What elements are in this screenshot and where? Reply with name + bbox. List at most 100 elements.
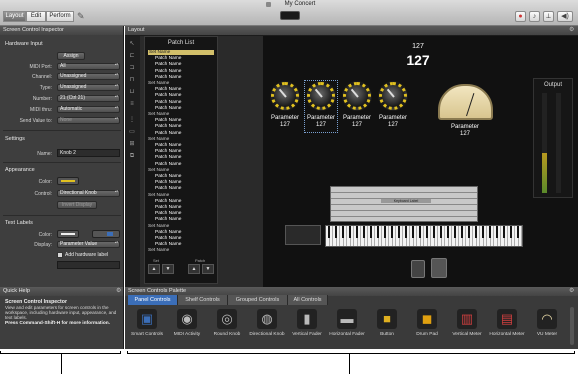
control-type-popup[interactable]: Directional Knob xyxy=(57,190,120,197)
set-down-button[interactable]: ▼ xyxy=(162,264,174,274)
patch-name-item[interactable]: Patch Name xyxy=(155,236,181,241)
display-popup[interactable]: Parameter Value xyxy=(57,241,120,248)
gear-icon[interactable]: ⚙ xyxy=(569,27,574,33)
palette-item-vertical-meter[interactable]: ▥ Vertical Meter xyxy=(448,307,486,347)
knob-1[interactable] xyxy=(271,82,299,110)
palette-item-vertical-fader[interactable]: ▮ Vertical Fader xyxy=(288,307,326,347)
volume-icon[interactable]: ◀) xyxy=(557,11,573,22)
distribute-icon[interactable]: ≡ xyxy=(128,100,136,108)
patch-name-item[interactable]: Patch Name xyxy=(155,180,181,185)
number-popup[interactable]: 21 (Ctrl 21) xyxy=(57,95,120,102)
edit-mode-button[interactable]: Edit xyxy=(26,11,46,22)
patch-name-item[interactable]: Patch Name xyxy=(155,62,181,67)
patch-name-item[interactable]: Patch Name xyxy=(155,124,181,129)
patch-name-item[interactable]: Patch Name xyxy=(155,100,181,105)
set-name-item[interactable]: Set Name xyxy=(148,112,169,117)
patch-name-item[interactable]: Patch Name xyxy=(155,75,181,80)
patch-name-item[interactable]: Patch Name xyxy=(155,118,181,123)
size-icon[interactable]: ▭ xyxy=(128,128,136,136)
send-value-popup[interactable]: None xyxy=(57,117,120,124)
set-name-item[interactable]: Set Name xyxy=(148,224,169,229)
sustain-pedal[interactable] xyxy=(411,260,425,278)
patch-name-item[interactable]: Patch Name xyxy=(155,217,181,222)
palette-item-button[interactable]: ■ Button xyxy=(368,307,406,347)
grid-icon[interactable]: ⊞ xyxy=(128,140,136,148)
knob-4[interactable] xyxy=(379,82,407,110)
patch-name-item[interactable]: Patch Name xyxy=(155,186,181,191)
knob-3[interactable] xyxy=(343,82,371,110)
patch-name-item[interactable]: Patch Name xyxy=(155,162,181,167)
hardware-label-field[interactable] xyxy=(57,261,120,269)
palette-item-directional-knob[interactable]: ◍ Directional Knob xyxy=(248,307,286,347)
appearance-color-well[interactable] xyxy=(57,177,79,185)
set-name-item[interactable]: Set Name xyxy=(148,50,214,55)
palette-scrollbar[interactable] xyxy=(570,307,574,345)
patch-name-item[interactable]: Patch Name xyxy=(155,143,181,148)
knob-1-label: Parameter xyxy=(270,115,299,121)
palette-item-round-knob[interactable]: ◎ Round Knob xyxy=(208,307,246,347)
patch-down-button[interactable]: ▼ xyxy=(202,264,214,274)
set-name-item[interactable]: Set Name xyxy=(148,81,169,86)
patch-name-item[interactable]: Patch Name xyxy=(155,211,181,216)
select-tool-icon[interactable]: ↖ xyxy=(128,40,136,48)
palette-item-smart-controls[interactable]: ▣ Smart Controls xyxy=(128,307,166,347)
gear-icon[interactable]: ⚙ xyxy=(116,288,122,294)
patch-name-item[interactable]: Patch Name xyxy=(155,199,181,204)
midi-port-popup[interactable]: All xyxy=(57,63,120,70)
panic-icon[interactable]: ● xyxy=(515,11,526,22)
layout-mode-button[interactable]: Layout xyxy=(3,11,26,22)
patch-name-item[interactable]: Patch Name xyxy=(155,106,181,111)
invert-display-button[interactable]: Invert Display xyxy=(57,201,97,209)
master-mute-icon[interactable]: ♪ xyxy=(529,11,540,22)
tuner-button-icon[interactable]: ⟂ xyxy=(543,11,554,22)
quick-help-panel: Quick Help ⚙ Screen Control Inspector Vi… xyxy=(0,287,124,349)
patch-name-item[interactable]: Patch Name xyxy=(155,205,181,210)
text-color-well[interactable] xyxy=(57,230,79,238)
add-hardware-label-checkbox[interactable] xyxy=(57,252,63,258)
set-name-item[interactable]: Set Name xyxy=(148,248,169,253)
assign-button[interactable]: Assign xyxy=(57,52,85,60)
patch-name-item[interactable]: Patch Name xyxy=(155,242,181,247)
patch-up-button[interactable]: ▲ xyxy=(188,264,200,274)
type-popup[interactable]: Unassigned xyxy=(57,84,120,91)
align-top-icon[interactable]: ⊔ xyxy=(128,88,136,96)
palette-item-drum-pad[interactable]: ◼ Drum Pad xyxy=(408,307,446,347)
palette-item-vu-meter[interactable]: ◠ VU Meter xyxy=(528,307,566,347)
patch-name-item[interactable]: Patch Name xyxy=(155,155,181,160)
patch-name-item[interactable]: Patch Name xyxy=(155,174,181,179)
palette-item-horizontal-meter[interactable]: ▤ Horizontal Meter xyxy=(488,307,526,347)
align-center-icon[interactable]: ⊐ xyxy=(128,64,136,72)
knob-2[interactable] xyxy=(307,82,335,110)
align-right-icon[interactable]: ⊓ xyxy=(128,76,136,84)
set-name-item[interactable]: Set Name xyxy=(148,168,169,173)
group-icon[interactable]: ⧉ xyxy=(128,152,136,160)
vu-meter[interactable] xyxy=(438,84,493,120)
keyboard[interactable] xyxy=(325,225,523,247)
name-field[interactable]: Knob 2 xyxy=(57,149,120,157)
pitch-mod-wheels[interactable] xyxy=(285,225,321,245)
organ-drawbars-shelf[interactable]: Keyboard Label xyxy=(330,186,478,222)
patch-name-item[interactable]: Patch Name xyxy=(155,56,181,61)
patch-name-item[interactable]: Patch Name xyxy=(155,131,181,136)
tuner-icon[interactable]: ✎ xyxy=(77,11,87,21)
horizontal-meter-icon: ▤ xyxy=(497,309,517,329)
distribute-vertical-icon[interactable]: ⋮ xyxy=(128,116,136,124)
patch-name-item[interactable]: Patch Name xyxy=(155,149,181,154)
patch-name-item[interactable]: Patch Name xyxy=(155,230,181,235)
patch-name-item[interactable]: Patch Name xyxy=(155,87,181,92)
patch-name-item[interactable]: Patch Name xyxy=(155,69,181,74)
palette-item-midi-activity[interactable]: ◉ MIDI Activity xyxy=(168,307,206,347)
text-style-buttons[interactable] xyxy=(92,230,120,238)
perform-mode-button[interactable]: Perform xyxy=(46,11,74,22)
set-name-item[interactable]: Set Name xyxy=(148,137,169,142)
set-name-item[interactable]: Set Name xyxy=(148,193,169,198)
midi-thru-popup[interactable]: Automatic xyxy=(57,106,120,113)
text-style-selected xyxy=(107,232,113,236)
expression-pedal[interactable] xyxy=(431,258,447,278)
patch-name-item[interactable]: Patch Name xyxy=(155,93,181,98)
palette-item-horizontal-fader[interactable]: ▬ Horizontal Fader xyxy=(328,307,366,347)
patch-list[interactable]: Patch List Set Name Patch Name Patch Name P… xyxy=(144,36,218,284)
align-left-icon[interactable]: ⊏ xyxy=(128,52,136,60)
set-up-button[interactable]: ▲ xyxy=(148,264,160,274)
channel-popup[interactable]: Unassigned xyxy=(57,73,120,80)
